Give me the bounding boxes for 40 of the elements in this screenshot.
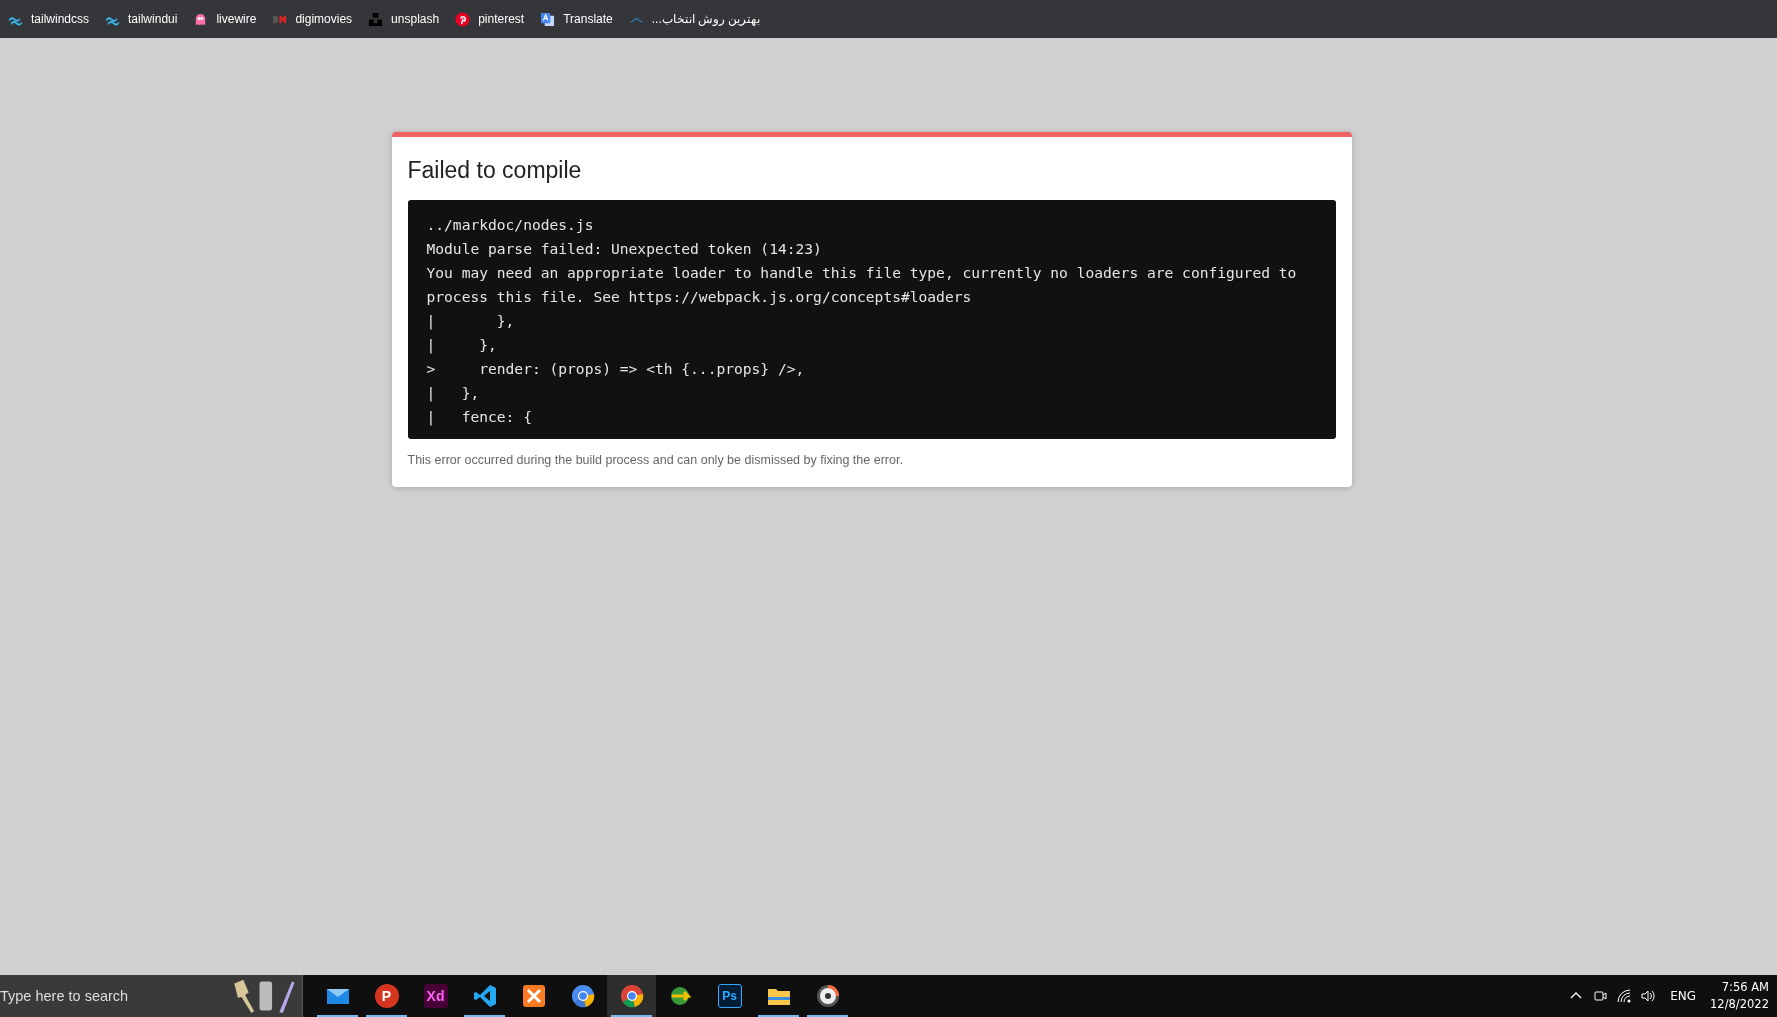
code-editor-icon: [472, 984, 497, 1008]
clock[interactable]: 7:56 AM 12/8/2022: [1710, 979, 1769, 1013]
language-indicator[interactable]: ENG: [1670, 989, 1697, 1003]
search-field[interactable]: Type here to search: [0, 975, 303, 1017]
bookmark-link[interactable]: pinterest: [455, 11, 525, 27]
xampp-icon: [521, 984, 546, 1008]
bookmark-link[interactable]: tailwindcss: [8, 11, 90, 27]
code-line: You may need an appropriate loader to handle this file type, currently no loaders are configured to process this file. See https://webpack.js.org/concepts#loaders: [426, 263, 1298, 307]
code-line: | },: [426, 311, 516, 332]
app-icon: Ps: [717, 984, 742, 1008]
taskbar-app-button[interactable]: Xd: [411, 975, 460, 1017]
code-line: | },: [426, 383, 481, 404]
camera-icon[interactable]: [1592, 988, 1609, 1004]
browser-icon: [619, 984, 644, 1008]
code-line: ../markdoc/nodes.js: [426, 215, 595, 235]
taskbar-app-button[interactable]: P: [362, 975, 411, 1017]
globe-icon: [668, 984, 693, 1008]
translate-icon: [540, 11, 556, 27]
pin-icon: [455, 11, 471, 27]
taskbar-app-button[interactable]: Ps: [705, 975, 754, 1017]
bookmark-link[interactable]: livewire: [193, 11, 257, 27]
app-icon: Xd: [423, 984, 448, 1008]
app-icon: P: [374, 984, 399, 1008]
code-line: | },: [426, 335, 498, 356]
browser-icon: [570, 984, 595, 1008]
disc-icon: [815, 984, 840, 1008]
code-line: | fence: {: [426, 407, 533, 428]
bookmark-link[interactable]: unsplash: [368, 11, 440, 27]
bookmark-link[interactable]: digimovies: [272, 11, 353, 27]
code-line: > render: (props) => <th {...props} />,: [426, 359, 806, 379]
wifi-icon[interactable]: [1616, 988, 1633, 1004]
blocks-icon: [368, 11, 384, 27]
volume-icon[interactable]: [1640, 988, 1657, 1004]
code-line: Module parse failed: Unexpected token (14:23): [426, 239, 823, 259]
bookmark-link[interactable]: بهترین روش انتخاب...: [628, 11, 761, 27]
bookmark-link[interactable]: Translate: [540, 11, 613, 27]
error-title: Failed to compile: [407, 157, 583, 184]
bookmark-link[interactable]: tailwindui: [105, 11, 178, 27]
taskbar-app-button[interactable]: [607, 975, 656, 1017]
error-footer-text: This error occurred during the build process and can only be dismissed by fixing the error.: [407, 453, 904, 467]
